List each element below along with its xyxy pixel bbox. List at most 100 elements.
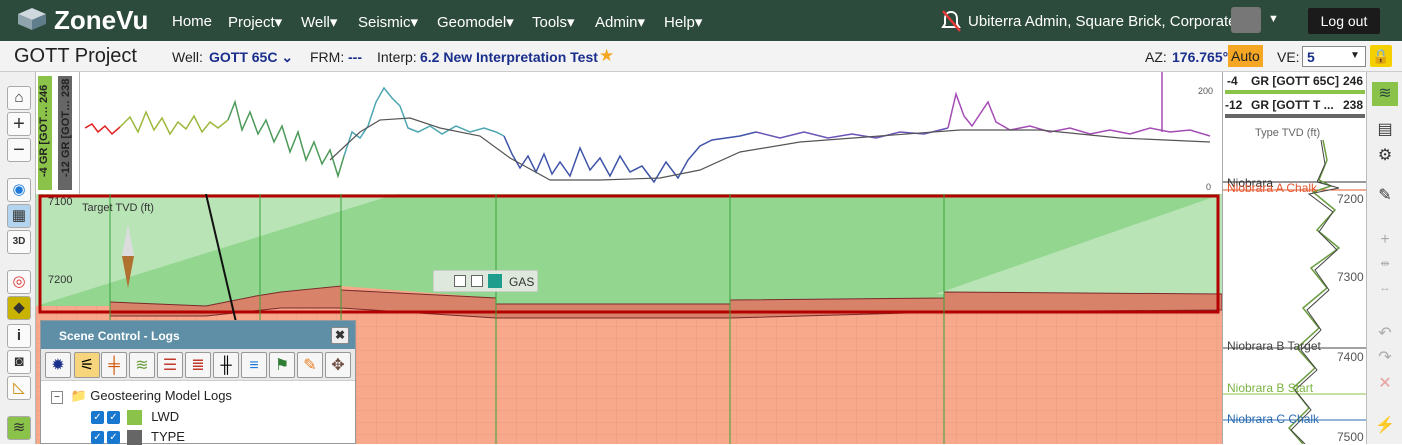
stack-icon[interactable]: ☰ [157,352,183,378]
logs-icon[interactable]: ≋ [1372,82,1398,106]
formation-label: Niobrara B Start [1227,381,1314,395]
hdr1-name: GR [GOTT 65C] [1251,74,1340,88]
grid-view-icon[interactable]: ▦ [7,204,31,228]
tree-item-label: TYPE [151,429,185,444]
user-name[interactable]: Ubiterra Admin, Square Brick, Corporate [968,13,1236,30]
auto-button[interactable]: Auto [1228,45,1263,67]
lock-icon[interactable]: 🔒 [1370,45,1392,67]
move-icon[interactable]: ✥ [325,352,351,378]
log-segment [84,123,121,136]
track-label-lwd: -4 GR [GOT… 246 [38,84,50,177]
scene-control-title[interactable]: Scene Control - Logs [41,321,355,349]
hdr2-min: -12 [1225,98,1243,112]
checkbox[interactable]: ✓ [107,411,120,425]
pointer-icon[interactable]: ◎ [7,270,31,294]
gear-icon[interactable]: ⚙ [1372,144,1398,168]
gas-legend[interactable]: GAS [433,270,538,292]
brand-name[interactable]: ZoneVu [54,5,148,36]
tree-item-label: LWD [151,409,180,424]
az-label: AZ: [1145,49,1167,65]
interp-value[interactable]: 6.2 New Interpretation Test [420,49,598,65]
undo-icon[interactable]: ↶ [1372,322,1398,346]
menu-home[interactable]: Home [172,13,212,30]
gamma-log-plot [84,72,1211,184]
logout-button[interactable]: Log out [1308,8,1380,34]
ruler-icon[interactable]: ◺ [7,376,31,400]
layers-icon[interactable]: ≡ [241,352,267,378]
split-horizontal-icon[interactable]: ↔ [1372,276,1398,300]
lines-icon[interactable]: ≣ [185,352,211,378]
depth-tick: 7200 [1337,192,1364,206]
column-icon[interactable]: ╫ [213,352,239,378]
clipboard-icon[interactable]: ▤ [1372,118,1398,142]
star-icon[interactable]: ★ [599,46,614,66]
scene-control-panel: Scene Control - Logs ✖ ✹ ⚟ ╪ ≋ ☰ ≣ ╫ ≡ ⚑… [40,320,356,445]
pencil-icon[interactable]: ✎ [1372,184,1398,208]
menu-admin[interactable]: Admin▾ [595,13,645,31]
cog-blue-icon[interactable]: ✹ [45,352,71,378]
frm-label: FRM: [310,49,345,65]
home-icon[interactable]: ⌂ [7,86,31,110]
depth-tick: 7300 [1337,270,1364,284]
avatar[interactable] [1231,7,1261,33]
tree-root[interactable]: − 📁 Geosteering Model Logs [51,388,232,404]
gas-label: GAS [509,275,535,289]
surface-icon[interactable]: ≋ [129,352,155,378]
cross-tool-icon[interactable]: ╪ [101,352,127,378]
gas-color-swatch[interactable] [488,274,502,288]
hdr1-max: 246 [1343,74,1364,88]
interp-label: Interp: [377,49,417,65]
type-log-panel[interactable]: -4 GR [GOTT 65C] 246 -12 GR [GOTT T ... … [1222,72,1367,444]
project-bar: GOTT Project Well: GOTT 65C ⌄ FRM: --- I… [0,41,1402,72]
chevron-down-icon[interactable]: ▼ [1268,13,1279,25]
page-title: GOTT Project [14,45,137,67]
gas-checkbox[interactable] [454,275,466,287]
notification-off-icon[interactable] [940,9,962,33]
depth-tick: 7100 [48,196,73,208]
fault-tool-icon[interactable]: ⚡ [1372,414,1398,438]
lwd-color-swatch [126,410,142,426]
add-icon[interactable]: + [1372,228,1398,252]
3d-view-icon[interactable]: 3D [7,230,31,254]
logs-icon[interactable]: ≋ [7,416,31,440]
left-toolbar: ⌂ + − ◉ ▦ 3D ◎ ◆ i ◙ ◺ ≋ [0,72,36,444]
cube-icon[interactable]: ◆ [7,296,31,320]
frm-value[interactable]: --- [348,49,362,65]
menu-help[interactable]: Help▾ [664,13,702,31]
hdr2-name: GR [GOTT T ... [1251,98,1334,112]
tree-item[interactable]: ✓ ✓ LWD [91,409,180,426]
well-select[interactable]: GOTT 65C ⌄ [209,49,293,66]
flag-icon[interactable]: ⚑ [269,352,295,378]
pencil-icon[interactable]: ✎ [297,352,323,378]
gas-checkbox[interactable] [471,275,483,287]
log-segment [119,110,229,136]
zoom-out-icon[interactable]: − [7,138,31,162]
checkbox[interactable]: ✓ [107,431,120,445]
compass-icon[interactable]: ◉ [7,178,31,202]
close-button[interactable]: ✖ [331,327,349,344]
gamma-log-track[interactable]: 200 0 [80,72,1222,194]
chevron-down-icon[interactable]: ▼ [1350,50,1360,61]
camera-icon[interactable]: ◙ [7,350,31,374]
collapse-icon[interactable]: − [51,391,63,404]
curve-tool-icon[interactable]: ⚟ [74,352,100,378]
split-vertical-icon[interactable]: ⇹ [1372,252,1398,276]
zoom-in-icon[interactable]: + [7,112,31,136]
log-segment [227,99,345,179]
depth-tick: 7400 [1337,350,1364,364]
close-icon[interactable]: ✕ [1372,372,1398,396]
tree-item[interactable]: ✓ ✓ TYPE [91,429,185,445]
menu-well[interactable]: Well▾ [301,13,337,31]
menu-geomodel[interactable]: Geomodel▾ [437,13,514,31]
menu-tools[interactable]: Tools▾ [532,13,575,31]
scene-toolbar: ✹ ⚟ ╪ ≋ ☰ ≣ ╫ ≡ ⚑ ✎ ✥ [41,349,355,381]
track-label-type: -12 GR [GOT… 238 [60,78,72,177]
menu-seismic[interactable]: Seismic▾ [358,13,418,31]
info-icon[interactable]: i [7,324,31,348]
checkbox[interactable]: ✓ [91,411,104,425]
checkbox[interactable]: ✓ [91,431,104,445]
menu-project[interactable]: Project▾ [228,13,282,31]
right-toolbar: ≋ ▤ ⚙ ✎ + ⇹ ↔ ↶ ↷ ✕ ⚡ [1366,72,1402,444]
depth-tick: 7500 [1337,430,1364,444]
redo-icon[interactable]: ↷ [1372,346,1398,370]
